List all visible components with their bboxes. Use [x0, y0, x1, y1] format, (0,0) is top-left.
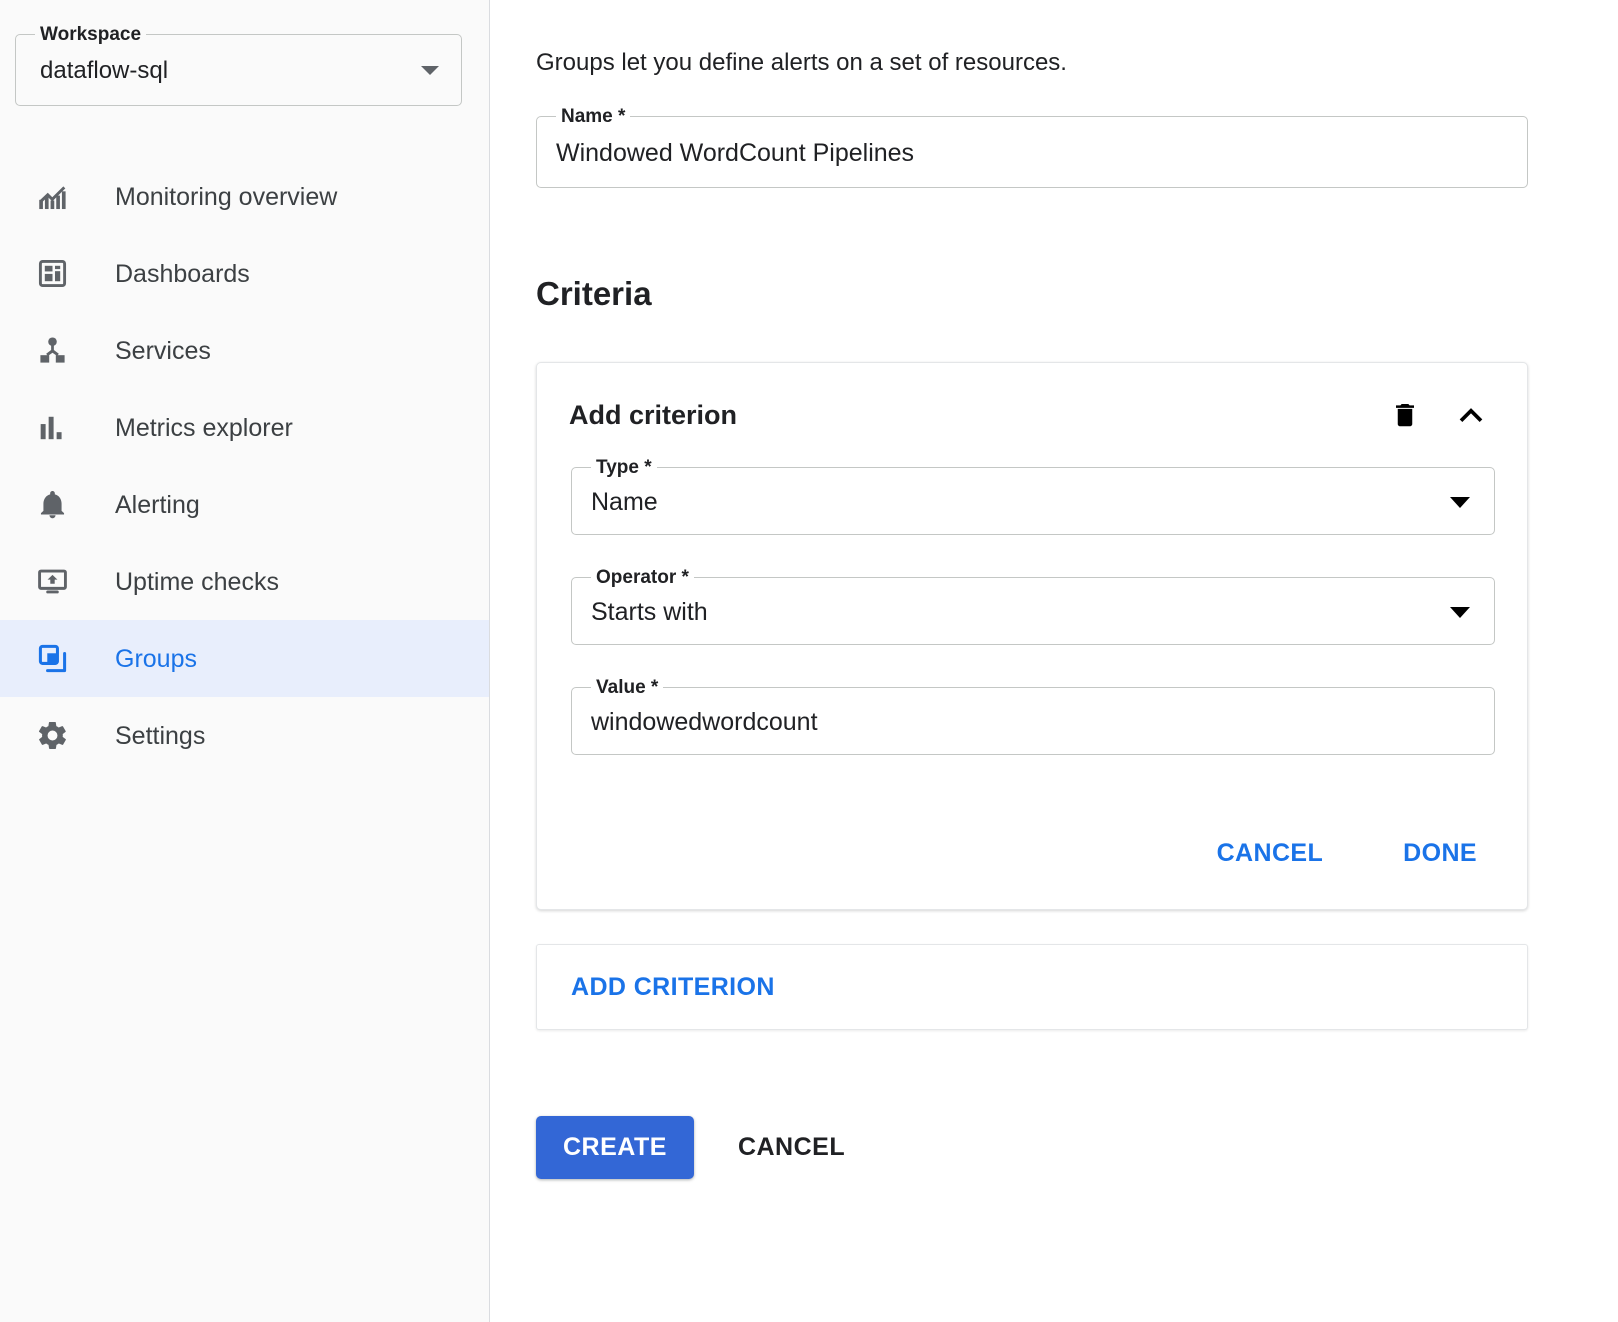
- dashboard-grid-icon: [32, 254, 72, 294]
- criterion-value-label: Value *: [591, 677, 663, 699]
- criterion-type-label: Type *: [591, 457, 657, 479]
- cancel-criterion-button[interactable]: CANCEL: [1199, 828, 1342, 878]
- app-root: Workspace dataflow-sql Monitoring overvi…: [0, 0, 1618, 1322]
- sidebar-item-alerting[interactable]: Alerting: [0, 466, 489, 543]
- sidebar-item-label: Alerting: [115, 490, 200, 520]
- add-criterion-button[interactable]: ADD CRITERION: [553, 962, 793, 1012]
- criterion-type-select[interactable]: Type * Name: [571, 467, 1495, 535]
- sidebar-item-label: Groups: [115, 644, 197, 674]
- sidebar-item-label: Services: [115, 336, 211, 366]
- sidebar-item-services[interactable]: Services: [0, 312, 489, 389]
- sidebar-item-uptime-checks[interactable]: Uptime checks: [0, 543, 489, 620]
- bell-icon: [32, 485, 72, 525]
- services-hierarchy-icon: [32, 331, 72, 371]
- sidebar-item-label: Uptime checks: [115, 567, 279, 597]
- form-actions: CREATE CANCEL: [536, 1116, 1618, 1179]
- done-criterion-button[interactable]: DONE: [1385, 828, 1495, 878]
- sidebar-item-metrics-explorer[interactable]: Metrics explorer: [0, 389, 489, 466]
- group-name-label: Name *: [556, 106, 630, 128]
- sidebar-item-settings[interactable]: Settings: [0, 697, 489, 774]
- sidebar-item-label: Monitoring overview: [115, 182, 337, 212]
- collapse-criterion-button[interactable]: [1449, 393, 1493, 437]
- sidebar-item-label: Dashboards: [115, 259, 250, 289]
- create-button[interactable]: CREATE: [536, 1116, 694, 1179]
- monitor-upload-icon: [32, 562, 72, 602]
- sidebar-nav: Monitoring overview Dashboards: [0, 158, 489, 774]
- criterion-operator-label: Operator *: [591, 567, 694, 589]
- delete-criterion-button[interactable]: [1383, 393, 1427, 437]
- add-criterion-bar[interactable]: ADD CRITERION: [536, 944, 1528, 1030]
- workspace-label: Workspace: [35, 24, 146, 46]
- dropdown-caret-icon: [1450, 607, 1470, 618]
- criterion-card-header: Add criterion: [537, 363, 1527, 467]
- criterion-value-field[interactable]: Value * windowedwordcount: [571, 687, 1495, 755]
- criterion-value-value: windowedwordcount: [591, 707, 818, 737]
- sidebar-item-label: Metrics explorer: [115, 413, 293, 443]
- workspace-selector[interactable]: Workspace dataflow-sql: [15, 34, 462, 106]
- group-name-field[interactable]: Name * Windowed WordCount Pipelines: [536, 116, 1528, 188]
- groups-squares-icon: [32, 639, 72, 679]
- chevron-up-icon: [1455, 399, 1487, 431]
- main-content: Groups let you define alerts on a set of…: [490, 0, 1618, 1322]
- sidebar-item-label: Settings: [115, 721, 205, 751]
- criterion-card-actions: CANCEL DONE: [537, 797, 1527, 909]
- criterion-card-body: Type * Name Operator * Starts with Value…: [537, 467, 1527, 755]
- trash-icon: [1390, 400, 1420, 430]
- sidebar: Workspace dataflow-sql Monitoring overvi…: [0, 0, 490, 1322]
- criterion-type-value: Name: [591, 487, 658, 517]
- criterion-card-title: Add criterion: [569, 399, 1361, 431]
- criterion-operator-select[interactable]: Operator * Starts with: [571, 577, 1495, 645]
- criterion-operator-value: Starts with: [591, 597, 708, 627]
- cancel-button[interactable]: CANCEL: [716, 1116, 867, 1179]
- intro-text: Groups let you define alerts on a set of…: [536, 48, 1618, 78]
- chart-line-icon: [32, 177, 72, 217]
- gear-icon: [32, 716, 72, 756]
- workspace-value: dataflow-sql: [40, 57, 168, 85]
- bar-chart-icon: [32, 408, 72, 448]
- chevron-down-icon: [421, 66, 439, 75]
- criterion-card: Add criterion: [536, 362, 1528, 910]
- criteria-heading: Criteria: [536, 274, 1618, 314]
- sidebar-item-dashboards[interactable]: Dashboards: [0, 235, 489, 312]
- group-name-value: Windowed WordCount Pipelines: [556, 138, 914, 168]
- sidebar-item-monitoring-overview[interactable]: Monitoring overview: [0, 158, 489, 235]
- dropdown-caret-icon: [1450, 497, 1470, 508]
- sidebar-item-groups[interactable]: Groups: [0, 620, 489, 697]
